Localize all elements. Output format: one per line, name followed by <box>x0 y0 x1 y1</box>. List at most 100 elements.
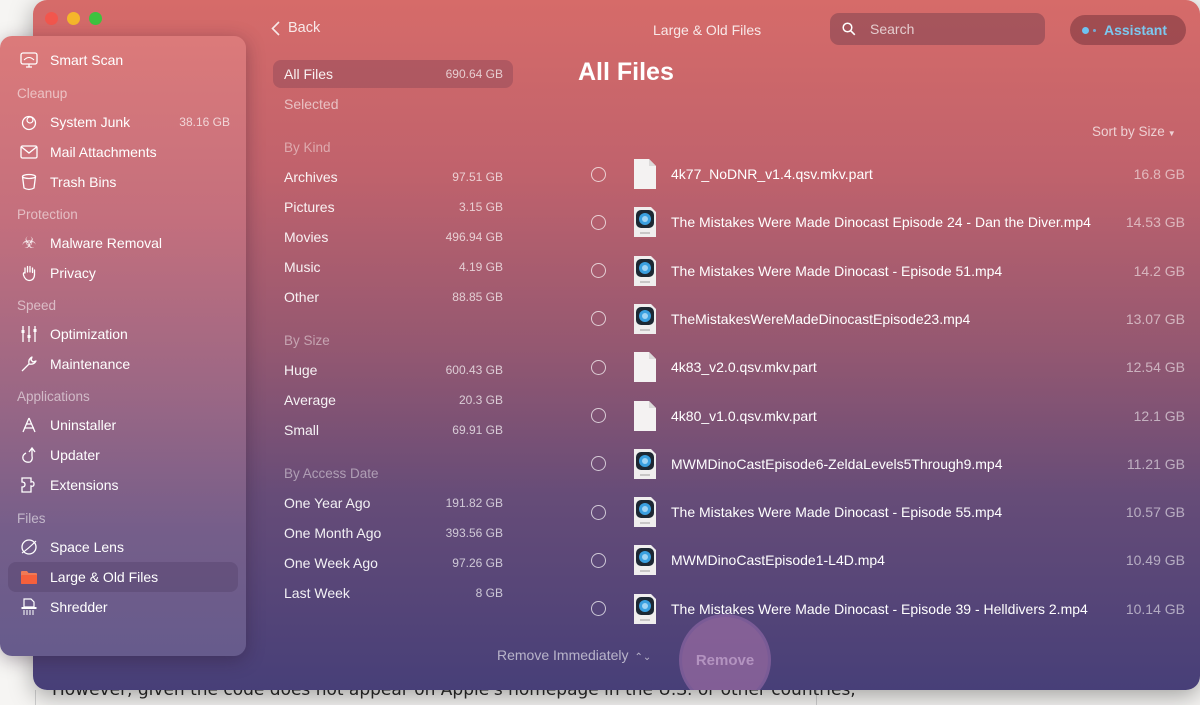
file-row[interactable]: The Mistakes Were Made Dinocast Episode … <box>585 202 1185 242</box>
filter-item[interactable]: Music 4.19 GB <box>273 253 513 281</box>
filter-item[interactable]: One Month Ago 393.56 GB <box>273 519 513 547</box>
generic-file-icon <box>632 351 658 383</box>
close-window-button[interactable] <box>45 12 58 25</box>
sidebar-item-mail-attachments[interactable]: Mail Attachments <box>8 137 238 167</box>
sidebar-item-value: 38.16 GB <box>179 115 230 129</box>
filter-item[interactable]: Archives 97.51 GB <box>273 163 513 191</box>
sidebar-item-smart-scan[interactable]: Smart Scan <box>8 45 238 75</box>
sidebar-item-large-old-files[interactable]: Large & Old Files <box>8 562 238 592</box>
sidebar-item-uninstaller[interactable]: Uninstaller <box>8 410 238 440</box>
file-select-radio[interactable] <box>591 552 606 568</box>
remove-mode-selector[interactable]: Remove Immediately ⌃⌄ <box>497 647 651 663</box>
file-size: 14.53 GB <box>1125 214 1185 231</box>
sidebar-item-space-lens[interactable]: Space Lens <box>8 532 238 562</box>
filter-label: Small <box>284 422 320 438</box>
search-field[interactable] <box>830 13 1045 45</box>
assistant-status-dot-icon <box>1093 28 1096 32</box>
file-select-radio[interactable] <box>591 504 606 520</box>
sidebar-item-updater[interactable]: Updater <box>8 440 238 470</box>
file-size: 11.21 GB <box>1126 455 1185 472</box>
file-select-radio[interactable] <box>591 214 606 230</box>
back-button[interactable]: Back <box>271 20 320 36</box>
filter-selected[interactable]: Selected <box>273 90 513 118</box>
updown-chevron-icon: ⌃⌄ <box>634 652 652 663</box>
filter-section-title: By Size <box>284 333 330 348</box>
file-row[interactable]: MWMDinoCastEpisode6-ZeldaLevels5Through9… <box>585 444 1185 484</box>
zoom-window-button[interactable] <box>89 12 102 25</box>
file-select-radio[interactable] <box>591 601 606 617</box>
sidebar-item-label: Uninstaller <box>50 417 117 433</box>
filter-label: Music <box>284 259 321 275</box>
filter-value: 393.56 GB <box>445 526 503 540</box>
filter-item[interactable]: One Week Ago 97.26 GB <box>273 549 513 577</box>
sidebar-item-privacy[interactable]: Privacy <box>8 258 238 288</box>
file-name: MWMDinoCastEpisode6-ZeldaLevels5Through9… <box>671 455 1003 472</box>
file-row[interactable]: TheMistakesWereMadeDinocastEpisode23.mp4… <box>585 299 1185 339</box>
back-label: Back <box>288 20 321 36</box>
file-row[interactable]: 4k83_v2.0.qsv.mkv.part 12.54 GB <box>585 347 1185 387</box>
generic-file-icon <box>632 158 658 190</box>
sidebar-item-label: Trash Bins <box>50 174 117 190</box>
file-select-radio[interactable] <box>591 263 606 279</box>
filter-label: Average <box>284 392 336 408</box>
filter-item[interactable]: Small 69.91 GB <box>273 416 513 444</box>
filter-item[interactable]: Last Week 8 GB <box>273 579 513 607</box>
file-select-radio[interactable] <box>591 359 606 375</box>
sidebar-item-shredder[interactable]: Shredder <box>8 592 238 622</box>
search-input[interactable] <box>870 21 1020 37</box>
file-select-radio[interactable] <box>591 408 606 423</box>
file-row[interactable]: MWMDinoCastEpisode1-L4D.mp4 10.49 GB <box>585 540 1185 580</box>
filter-item[interactable]: One Year Ago 191.82 GB <box>273 489 513 517</box>
shredder-icon <box>16 598 42 616</box>
file-row[interactable]: 4k77_NoDNR_v1.4.qsv.mkv.part 16.8 GB <box>585 154 1185 194</box>
assistant-button[interactable]: Assistant <box>1070 15 1186 45</box>
sidebar-section-title: Applications <box>17 389 90 404</box>
sidebar-item-system-junk[interactable]: System Junk 38.16 GB <box>8 107 238 137</box>
sidebar-section-title: Protection <box>17 207 78 222</box>
file-row[interactable]: The Mistakes Were Made Dinocast - Episod… <box>585 492 1185 532</box>
folder-icon <box>16 570 42 585</box>
filter-label: Selected <box>284 96 339 112</box>
filter-item[interactable]: Other 88.85 GB <box>273 283 513 311</box>
sidebar-item-label: Mail Attachments <box>50 144 157 160</box>
sidebar-item-optimization[interactable]: Optimization <box>8 319 238 349</box>
filter-label: Movies <box>284 229 329 245</box>
uninstaller-icon <box>16 416 42 434</box>
filter-value: 690.64 GB <box>445 67 503 81</box>
filter-item[interactable]: Huge 600.43 GB <box>273 356 513 384</box>
sidebar-item-label: Optimization <box>50 326 128 342</box>
sidebar-section-title: Files <box>17 511 46 526</box>
sort-dropdown[interactable]: Sort by Size ▼ <box>1092 124 1176 139</box>
caret-down-icon: ▼ <box>1167 129 1176 138</box>
video-file-icon <box>632 303 658 335</box>
sidebar-item-trash-bins[interactable]: Trash Bins <box>8 167 238 197</box>
file-select-radio[interactable] <box>591 166 606 182</box>
file-row[interactable]: The Mistakes Were Made Dinocast - Episod… <box>585 589 1185 629</box>
sidebar-item-malware-removal[interactable]: ☣ Malware Removal <box>8 228 238 258</box>
filter-label: One Week Ago <box>284 555 378 571</box>
remove-mode-label: Remove Immediately <box>497 647 629 663</box>
video-file-icon <box>632 206 658 238</box>
planet-icon <box>16 538 42 556</box>
file-row[interactable]: The Mistakes Were Made Dinocast - Episod… <box>585 251 1185 291</box>
filter-item[interactable]: Average 20.3 GB <box>273 386 513 414</box>
file-size: 16.8 GB <box>1133 166 1185 182</box>
sidebar-item-label: Malware Removal <box>50 235 163 251</box>
minimize-window-button[interactable] <box>67 12 80 25</box>
filter-section-title: By Access Date <box>284 466 379 481</box>
file-select-radio[interactable] <box>591 311 606 327</box>
filter-item[interactable]: Pictures 3.15 GB <box>273 193 513 221</box>
sidebar-section-title: Speed <box>17 298 57 313</box>
puzzle-icon <box>16 476 42 494</box>
file-size: 10.14 GB <box>1125 600 1185 617</box>
monitor-scan-icon <box>16 51 42 69</box>
filter-all-files[interactable]: All Files 690.64 GB <box>273 60 513 88</box>
filter-item[interactable]: Movies 496.94 GB <box>273 223 513 251</box>
file-row[interactable]: 4k80_v1.0.qsv.mkv.part 12.1 GB <box>585 396 1185 436</box>
file-select-radio[interactable] <box>591 456 606 472</box>
filter-value: 4.19 GB <box>458 260 503 274</box>
sidebar-item-maintenance[interactable]: Maintenance <box>8 349 238 379</box>
filter-label: One Month Ago <box>284 525 382 541</box>
sidebar-item-extensions[interactable]: Extensions <box>8 470 238 500</box>
filter-value: 20.3 GB <box>458 393 503 407</box>
